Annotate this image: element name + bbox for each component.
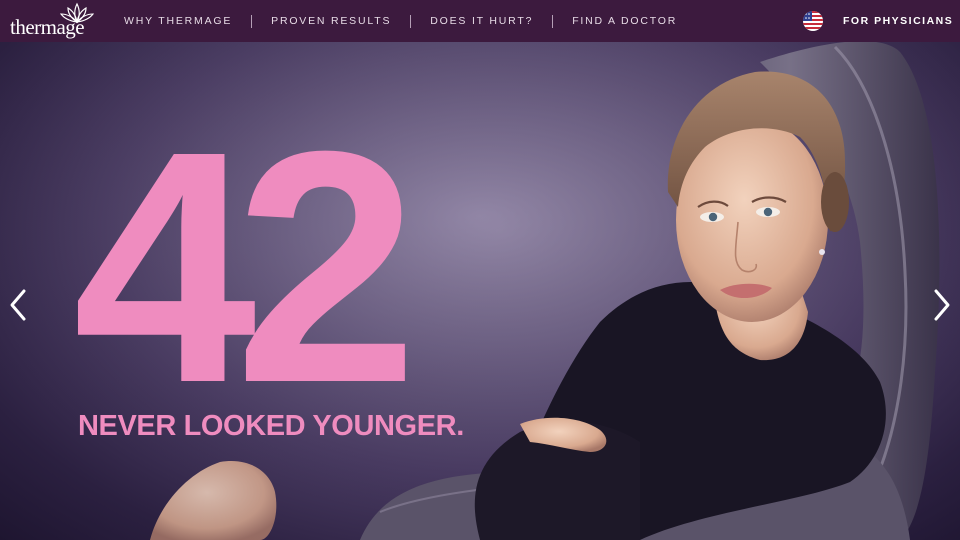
thermage-logo[interactable]: thermage bbox=[10, 2, 95, 40]
lotus-logo-icon bbox=[59, 2, 95, 29]
chevron-right-icon[interactable] bbox=[930, 287, 954, 323]
nav-proven-results[interactable]: PROVEN RESULTS bbox=[271, 15, 391, 27]
nav-does-it-hurt[interactable]: DOES IT HURT? bbox=[430, 15, 533, 27]
nav-divider bbox=[410, 14, 412, 28]
hero-tagline: NEVER LOOKED YOUNGER. bbox=[78, 410, 464, 442]
chevron-left-icon[interactable] bbox=[6, 287, 30, 323]
main-nav: WHY THERMAGE PROVEN RESULTS DOES IT HURT… bbox=[124, 0, 677, 42]
nav-divider bbox=[251, 14, 253, 28]
hero-carousel: 42 NEVER LOOKED YOUNGER. bbox=[0, 42, 960, 540]
for-physicians-link[interactable]: FOR PHYSICIANS bbox=[843, 15, 953, 27]
nav-find-a-doctor[interactable]: FIND A DOCTOR bbox=[572, 15, 677, 27]
hero-age-number: 42 bbox=[73, 82, 418, 451]
nav-divider bbox=[552, 14, 554, 28]
nav-why-thermage[interactable]: WHY THERMAGE bbox=[124, 15, 232, 27]
us-flag-icon[interactable] bbox=[803, 11, 823, 31]
top-navigation-bar: thermage WHY THERMAGE PROVEN RESULTS DOE… bbox=[0, 0, 960, 42]
